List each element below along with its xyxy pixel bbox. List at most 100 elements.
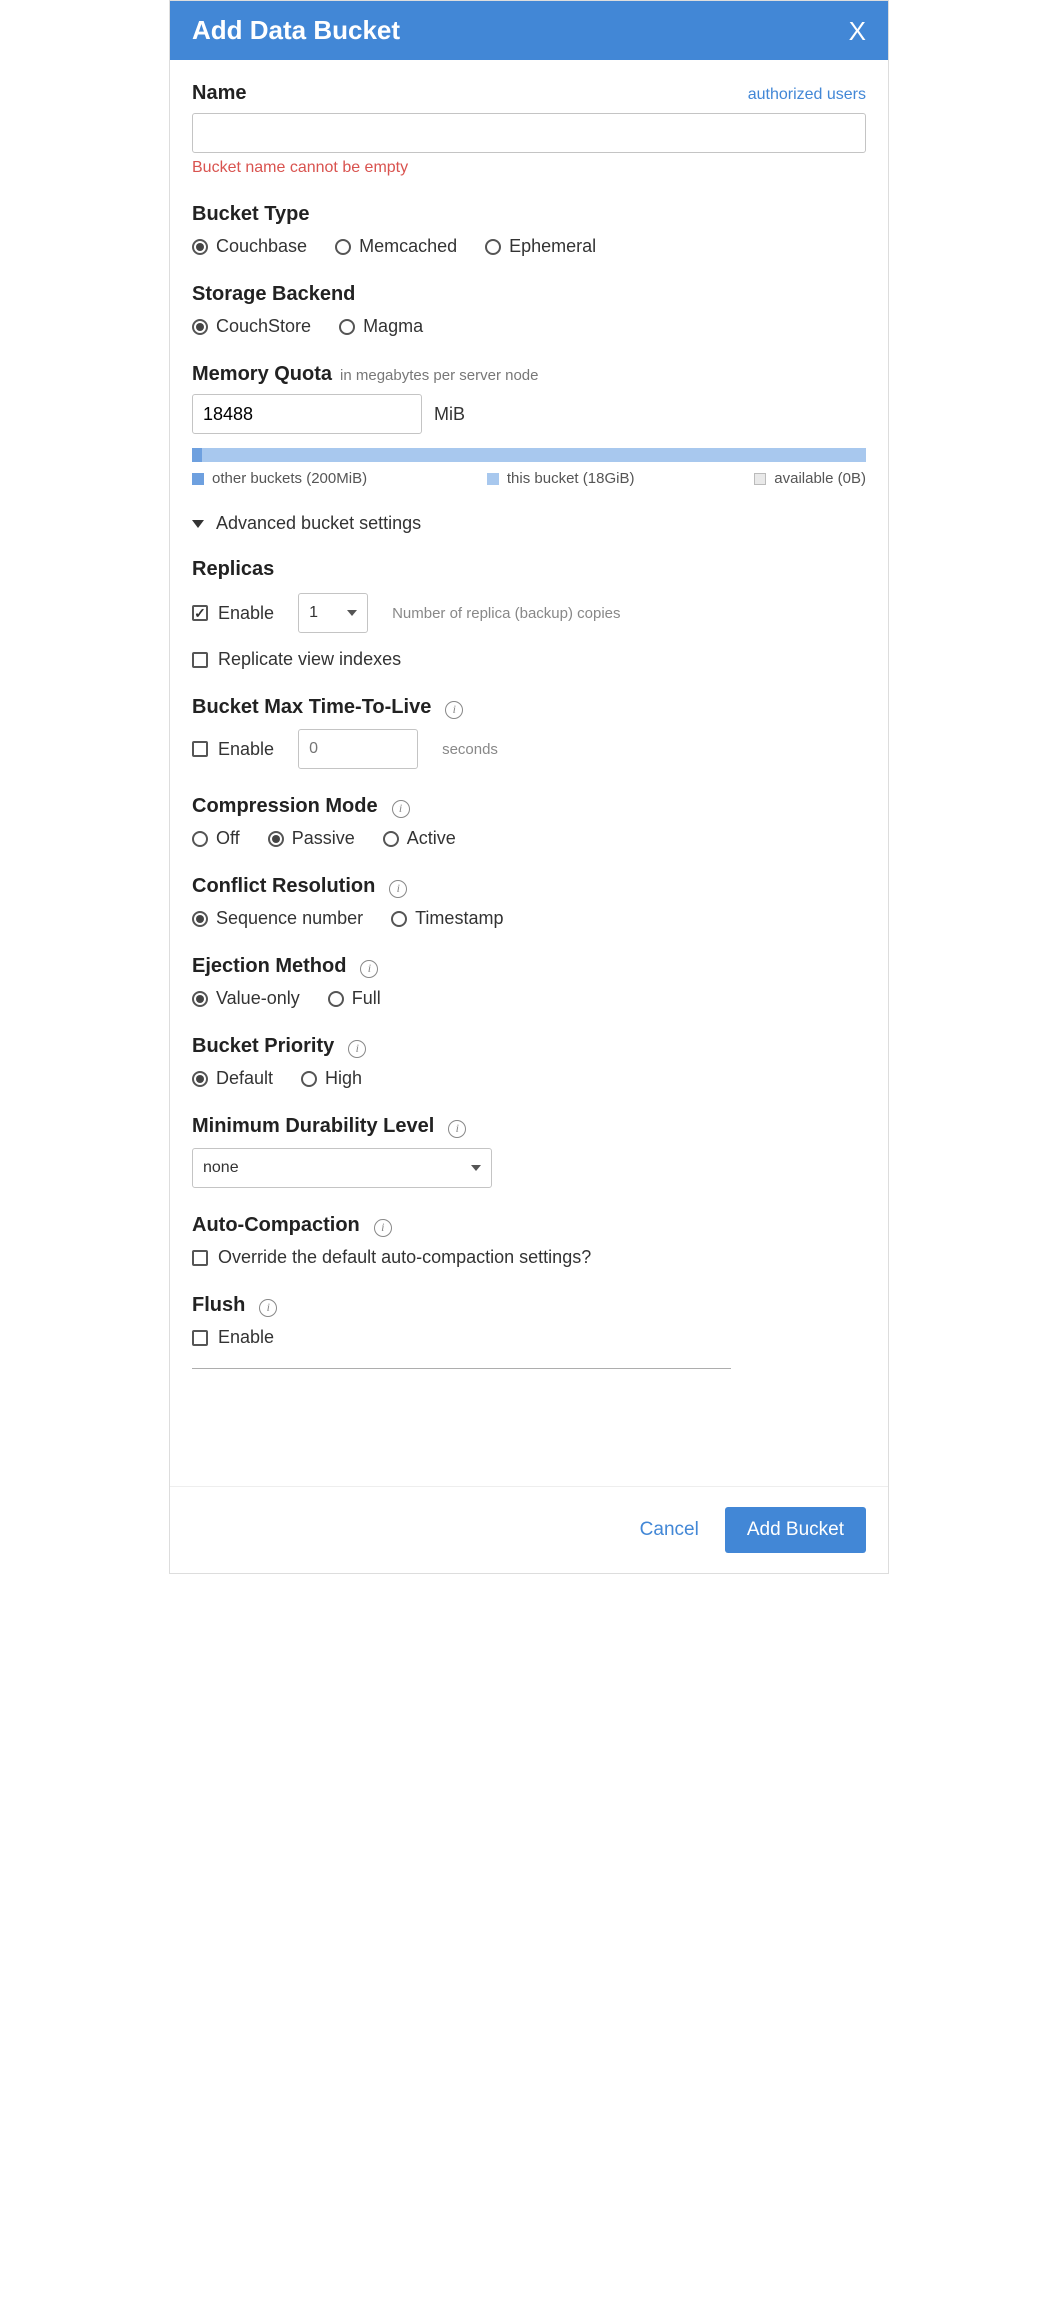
memory-quota-bar bbox=[192, 448, 866, 462]
advanced-settings-label: Advanced bucket settings bbox=[216, 513, 421, 534]
checkbox-icon bbox=[192, 1330, 208, 1346]
radio-icon bbox=[192, 831, 208, 847]
info-icon[interactable]: i bbox=[374, 1219, 392, 1237]
name-error: Bucket name cannot be empty bbox=[192, 159, 866, 177]
replica-count-select[interactable]: 1 bbox=[298, 593, 368, 633]
radio-label: Ephemeral bbox=[509, 236, 596, 257]
ttl-enable-checkbox[interactable]: Enable bbox=[192, 739, 274, 760]
checkbox-icon bbox=[192, 652, 208, 668]
radio-icon bbox=[328, 991, 344, 1007]
radio-icon bbox=[268, 831, 284, 847]
dialog-title: Add Data Bucket bbox=[192, 15, 400, 46]
advanced-settings-toggle[interactable]: Advanced bucket settings bbox=[192, 513, 866, 534]
durability-select[interactable]: none bbox=[192, 1148, 492, 1188]
radio-icon bbox=[192, 319, 208, 335]
bucket-type-radio-group: Couchbase Memcached Ephemeral bbox=[192, 236, 866, 257]
radio-label: Off bbox=[216, 828, 240, 849]
name-section: Name authorized users Bucket name cannot… bbox=[192, 82, 866, 177]
radio-icon bbox=[391, 911, 407, 927]
flush-enable-checkbox[interactable]: Enable bbox=[192, 1327, 866, 1348]
bucket_type-option[interactable]: Ephemeral bbox=[485, 236, 596, 257]
radio-label: CouchStore bbox=[216, 316, 311, 337]
replicate-views-label: Replicate view indexes bbox=[218, 649, 401, 670]
memory-bar-this bbox=[202, 448, 866, 462]
radio-label: Default bbox=[216, 1068, 273, 1089]
conflict-option[interactable]: Sequence number bbox=[192, 908, 363, 929]
priority-option[interactable]: High bbox=[301, 1068, 362, 1089]
add-bucket-button[interactable]: Add Bucket bbox=[725, 1507, 866, 1553]
radio-icon bbox=[383, 831, 399, 847]
radio-label: Value-only bbox=[216, 988, 300, 1009]
info-icon[interactable]: i bbox=[392, 800, 410, 818]
checkbox-icon bbox=[192, 1250, 208, 1266]
storage_backend-option[interactable]: Magma bbox=[339, 316, 423, 337]
autocompaction-override-label: Override the default auto-compaction set… bbox=[218, 1247, 591, 1268]
dialog-titlebar: Add Data Bucket X bbox=[170, 1, 888, 60]
legend-swatch-other bbox=[192, 473, 204, 485]
storage-backend-label: Storage Backend bbox=[192, 283, 866, 306]
checkbox-icon bbox=[192, 605, 208, 621]
legend-this: this bucket (18GiB) bbox=[507, 470, 635, 487]
replica-count-value: 1 bbox=[309, 604, 318, 622]
priority-option[interactable]: Default bbox=[192, 1068, 273, 1089]
info-icon[interactable]: i bbox=[445, 701, 463, 719]
ejection-option[interactable]: Value-only bbox=[192, 988, 300, 1009]
legend-swatch-this bbox=[487, 473, 499, 485]
dialog-body: Name authorized users Bucket name cannot… bbox=[170, 60, 888, 1486]
ttl-unit: seconds bbox=[442, 741, 498, 758]
memory-quota-input[interactable] bbox=[192, 394, 422, 434]
legend-avail: available (0B) bbox=[774, 470, 866, 487]
storage-backend-radio-group: CouchStore Magma bbox=[192, 316, 866, 337]
replicas-enable-label: Enable bbox=[218, 603, 274, 624]
cancel-button[interactable]: Cancel bbox=[640, 1519, 699, 1541]
radio-label: Passive bbox=[292, 828, 355, 849]
compression-label: Compression Mode bbox=[192, 795, 378, 818]
radio-label: Timestamp bbox=[415, 908, 503, 929]
compression-option[interactable]: Passive bbox=[268, 828, 355, 849]
bucket_type-option[interactable]: Memcached bbox=[335, 236, 457, 257]
ttl-label: Bucket Max Time-To-Live bbox=[192, 696, 431, 719]
conflict-radio-group: Sequence number Timestamp bbox=[192, 908, 866, 929]
priority-radio-group: Default High bbox=[192, 1068, 866, 1089]
radio-icon bbox=[339, 319, 355, 335]
memory-quota-section: Memory Quota in megabytes per server nod… bbox=[192, 363, 866, 487]
compression-option[interactable]: Active bbox=[383, 828, 456, 849]
conflict-option[interactable]: Timestamp bbox=[391, 908, 503, 929]
conflict-section: Conflict Resolution i Sequence numberTim… bbox=[192, 875, 866, 929]
radio-icon bbox=[335, 239, 351, 255]
info-icon[interactable]: i bbox=[259, 1299, 277, 1317]
autocompaction-override-checkbox[interactable]: Override the default auto-compaction set… bbox=[192, 1247, 866, 1268]
replicas-hint: Number of replica (backup) copies bbox=[392, 605, 620, 622]
radio-icon bbox=[192, 911, 208, 927]
compression-option[interactable]: Off bbox=[192, 828, 240, 849]
name-label: Name bbox=[192, 82, 246, 105]
bucket_type-option[interactable]: Couchbase bbox=[192, 236, 307, 257]
memory-quota-legend: other buckets (200MiB) this bucket (18Gi… bbox=[192, 470, 866, 487]
ejection-option[interactable]: Full bbox=[328, 988, 381, 1009]
radio-label: Full bbox=[352, 988, 381, 1009]
info-icon[interactable]: i bbox=[448, 1120, 466, 1138]
replicas-label: Replicas bbox=[192, 558, 866, 581]
info-icon[interactable]: i bbox=[389, 880, 407, 898]
close-icon[interactable]: X bbox=[849, 18, 866, 44]
autocompaction-section: Auto-Compaction i Override the default a… bbox=[192, 1214, 866, 1268]
storage-backend-section: Storage Backend CouchStore Magma bbox=[192, 283, 866, 337]
replicas-enable-checkbox[interactable]: Enable bbox=[192, 603, 274, 624]
authorized-users-link[interactable]: authorized users bbox=[748, 86, 866, 104]
replicate-views-checkbox[interactable]: Replicate view indexes bbox=[192, 649, 866, 670]
divider bbox=[192, 1368, 731, 1369]
radio-icon bbox=[301, 1071, 317, 1087]
radio-icon bbox=[485, 239, 501, 255]
memory-bar-other bbox=[192, 448, 202, 462]
bucket-type-label: Bucket Type bbox=[192, 203, 866, 226]
info-icon[interactable]: i bbox=[348, 1040, 366, 1058]
ttl-value-input[interactable] bbox=[298, 729, 418, 769]
info-icon[interactable]: i bbox=[360, 960, 378, 978]
durability-value: none bbox=[203, 1159, 239, 1177]
add-bucket-dialog: Add Data Bucket X Name authorized users … bbox=[169, 0, 889, 1574]
bucket-type-section: Bucket Type Couchbase Memcached Ephemeral bbox=[192, 203, 866, 257]
radio-icon bbox=[192, 1071, 208, 1087]
storage_backend-option[interactable]: CouchStore bbox=[192, 316, 311, 337]
bucket-name-input[interactable] bbox=[192, 113, 866, 153]
legend-other: other buckets (200MiB) bbox=[212, 470, 367, 487]
